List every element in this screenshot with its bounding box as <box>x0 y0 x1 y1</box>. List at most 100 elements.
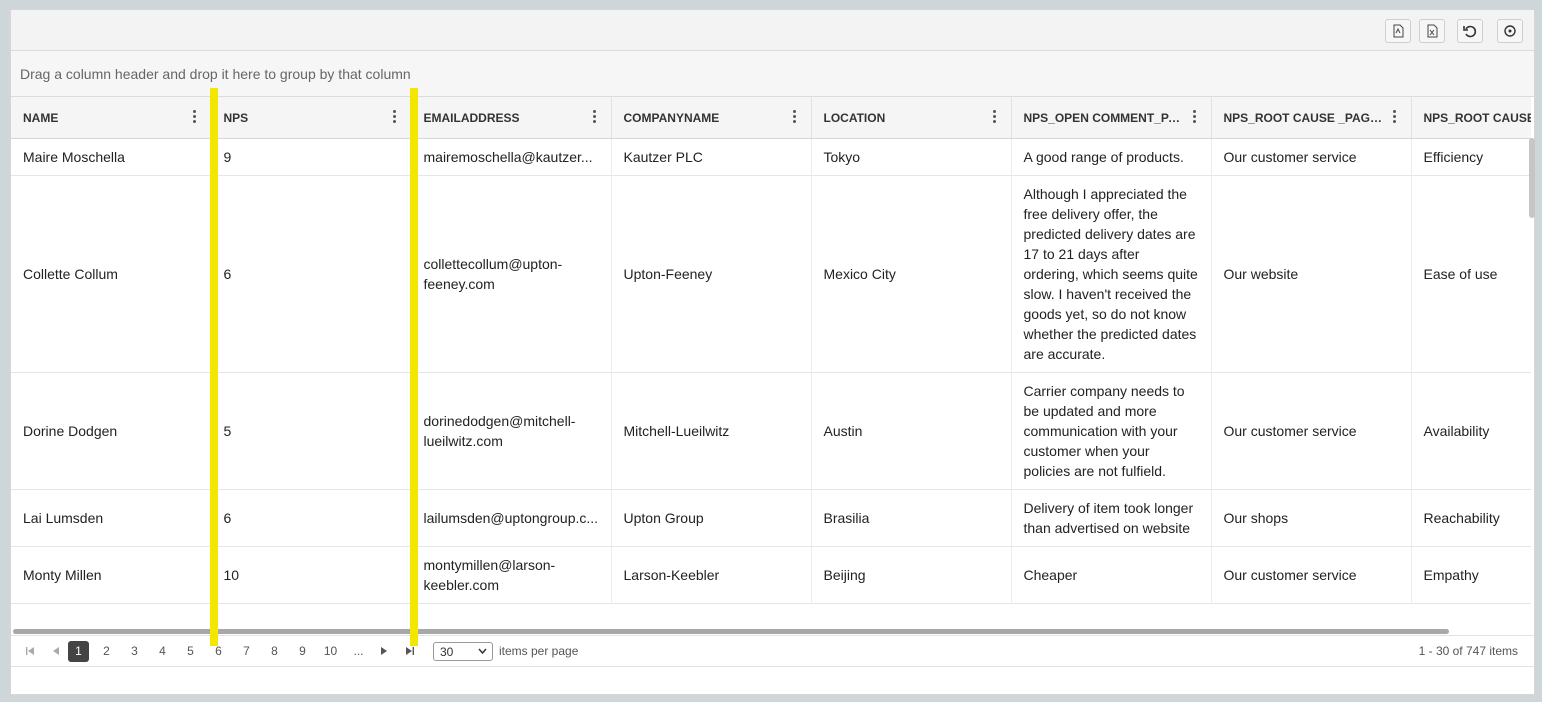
data-grid: NAME NPS EMAILADDRESS COMPANYNAME LOCATI… <box>11 97 1531 632</box>
cell-location: Beijing <box>811 546 1012 604</box>
column-header-root-cause-page[interactable]: NPS_ROOT CAUSE _PAGE7... <box>1211 97 1412 139</box>
cell-name: Collette Collum <box>11 175 212 373</box>
column-header-nps[interactable]: NPS <box>211 97 412 139</box>
excel-export-icon <box>1427 24 1438 38</box>
vertical-scrollbar[interactable] <box>1529 138 1535 218</box>
next-page-icon <box>380 647 387 655</box>
pdf-export-icon <box>1393 24 1404 38</box>
column-header-root-cause[interactable]: NPS_ROOT CAUSE <box>1411 97 1531 139</box>
column-header-company[interactable]: COMPANYNAME <box>611 97 812 139</box>
next-page-button[interactable] <box>373 641 394 662</box>
first-page-icon <box>25 647 34 655</box>
page-button-2[interactable]: 2 <box>96 641 117 662</box>
excel-export-button[interactable] <box>1419 19 1445 43</box>
page-button-more[interactable]: ... <box>348 641 369 662</box>
cell-company: Mitchell-Lueilwitz <box>611 372 812 490</box>
page-button-3[interactable]: 3 <box>124 641 145 662</box>
cell-nps: 6 <box>211 489 412 547</box>
column-menu-icon[interactable] <box>192 110 197 124</box>
column-menu-icon[interactable] <box>992 110 997 124</box>
cell-root-cause-page: Our website <box>1211 175 1412 373</box>
highlight-marker <box>210 88 218 646</box>
refresh-button[interactable] <box>1497 19 1523 43</box>
page-size-value: 30 <box>440 645 454 659</box>
pager-info: 1 - 30 of 747 items <box>1418 644 1518 658</box>
cell-email: collettecollum@upton-feeney.com <box>411 175 612 373</box>
column-header-location[interactable]: LOCATION <box>811 97 1012 139</box>
page-button-5[interactable]: 5 <box>180 641 201 662</box>
cell-comment: Although I appreciated the free delivery… <box>1011 175 1212 373</box>
pager: 1 2 3 4 5 6 7 8 9 10 ... 30 items per pa… <box>11 635 1534 667</box>
cell-nps: 9 <box>211 138 412 176</box>
chevron-down-icon <box>478 648 487 655</box>
cell-root-cause-page: Our customer service <box>1211 138 1412 176</box>
horizontal-scroll-thumb[interactable] <box>13 629 1449 634</box>
cell-location: Brasilia <box>811 489 1012 547</box>
cell-location: Mexico City <box>811 175 1012 373</box>
cell-root-cause: Availability <box>1411 372 1531 490</box>
cell-root-cause: Ease of use <box>1411 175 1531 373</box>
previous-page-button[interactable] <box>45 641 66 662</box>
cell-email: mairemoschella@kautzer... <box>411 138 612 176</box>
cell-root-cause: Reachability <box>1411 489 1531 547</box>
page-button-4[interactable]: 4 <box>152 641 173 662</box>
cell-root-cause-page: Our customer service <box>1211 546 1412 604</box>
grid-toolbar <box>11 10 1534 51</box>
pdf-export-button[interactable] <box>1385 19 1411 43</box>
cell-company: Larson-Keebler <box>611 546 812 604</box>
cell-company: Upton Group <box>611 489 812 547</box>
page-button-7[interactable]: 7 <box>236 641 257 662</box>
cell-root-cause: Empathy <box>1411 546 1531 604</box>
table-row[interactable]: Dorine Dodgen 5 dorinedodgen@mitchell-lu… <box>11 372 1531 490</box>
column-header-name[interactable]: NAME <box>11 97 212 139</box>
cell-email: lailumsden@uptongroup.c... <box>411 489 612 547</box>
column-menu-icon[interactable] <box>1392 110 1397 124</box>
cell-email: montymillen@larson-keebler.com <box>411 546 612 604</box>
cell-name: Dorine Dodgen <box>11 372 212 490</box>
cell-comment: Delivery of item took longer than advert… <box>1011 489 1212 547</box>
table-row[interactable]: Maire Moschella 9 mairemoschella@kautzer… <box>11 138 1531 176</box>
grid-panel: Drag a column header and drop it here to… <box>10 9 1535 695</box>
page-button-8[interactable]: 8 <box>264 641 285 662</box>
cell-root-cause: Efficiency <box>1411 138 1531 176</box>
cell-name: Monty Millen <box>11 546 212 604</box>
header-row: NAME NPS EMAILADDRESS COMPANYNAME LOCATI… <box>11 97 1531 139</box>
column-header-comment[interactable]: NPS_OPEN COMMENT_PA... <box>1011 97 1212 139</box>
page-button-10[interactable]: 10 <box>320 641 341 662</box>
table-row[interactable]: Monty Millen 10 montymillen@larson-keebl… <box>11 546 1531 604</box>
cell-email: dorinedodgen@mitchell-lueilwitz.com <box>411 372 612 490</box>
previous-page-icon <box>52 647 59 655</box>
group-drop-hint: Drag a column header and drop it here to… <box>20 66 411 82</box>
cell-root-cause-page: Our customer service <box>1211 372 1412 490</box>
column-menu-icon[interactable] <box>592 110 597 124</box>
cell-location: Tokyo <box>811 138 1012 176</box>
first-page-button[interactable] <box>19 641 40 662</box>
cell-nps: 6 <box>211 175 412 373</box>
group-drop-zone[interactable]: Drag a column header and drop it here to… <box>11 51 1534 97</box>
cell-comment: A good range of products. <box>1011 138 1212 176</box>
column-menu-icon[interactable] <box>1192 110 1197 124</box>
undo-icon <box>1463 25 1477 38</box>
items-per-page-label: items per page <box>499 644 579 658</box>
refresh-icon <box>1504 25 1516 37</box>
page-button-1[interactable]: 1 <box>68 641 89 662</box>
cell-location: Austin <box>811 372 1012 490</box>
page-size-select[interactable]: 30 <box>433 642 493 661</box>
cell-name: Lai Lumsden <box>11 489 212 547</box>
cell-company: Upton-Feeney <box>611 175 812 373</box>
cell-nps: 5 <box>211 372 412 490</box>
undo-button[interactable] <box>1457 19 1483 43</box>
cell-comment: Cheaper <box>1011 546 1212 604</box>
column-menu-icon[interactable] <box>792 110 797 124</box>
page-button-9[interactable]: 9 <box>292 641 313 662</box>
column-header-email[interactable]: EMAILADDRESS <box>411 97 612 139</box>
cell-name: Maire Moschella <box>11 138 212 176</box>
cell-company: Kautzer PLC <box>611 138 812 176</box>
last-page-icon <box>405 647 414 655</box>
table-row[interactable]: Collette Collum 6 collettecollum@upton-f… <box>11 175 1531 373</box>
cell-root-cause-page: Our shops <box>1211 489 1412 547</box>
cell-comment: Carrier company needs to be updated and … <box>1011 372 1212 490</box>
highlight-marker <box>410 88 418 646</box>
column-menu-icon[interactable] <box>392 110 397 124</box>
table-row[interactable]: Lai Lumsden 6 lailumsden@uptongroup.c...… <box>11 489 1531 547</box>
